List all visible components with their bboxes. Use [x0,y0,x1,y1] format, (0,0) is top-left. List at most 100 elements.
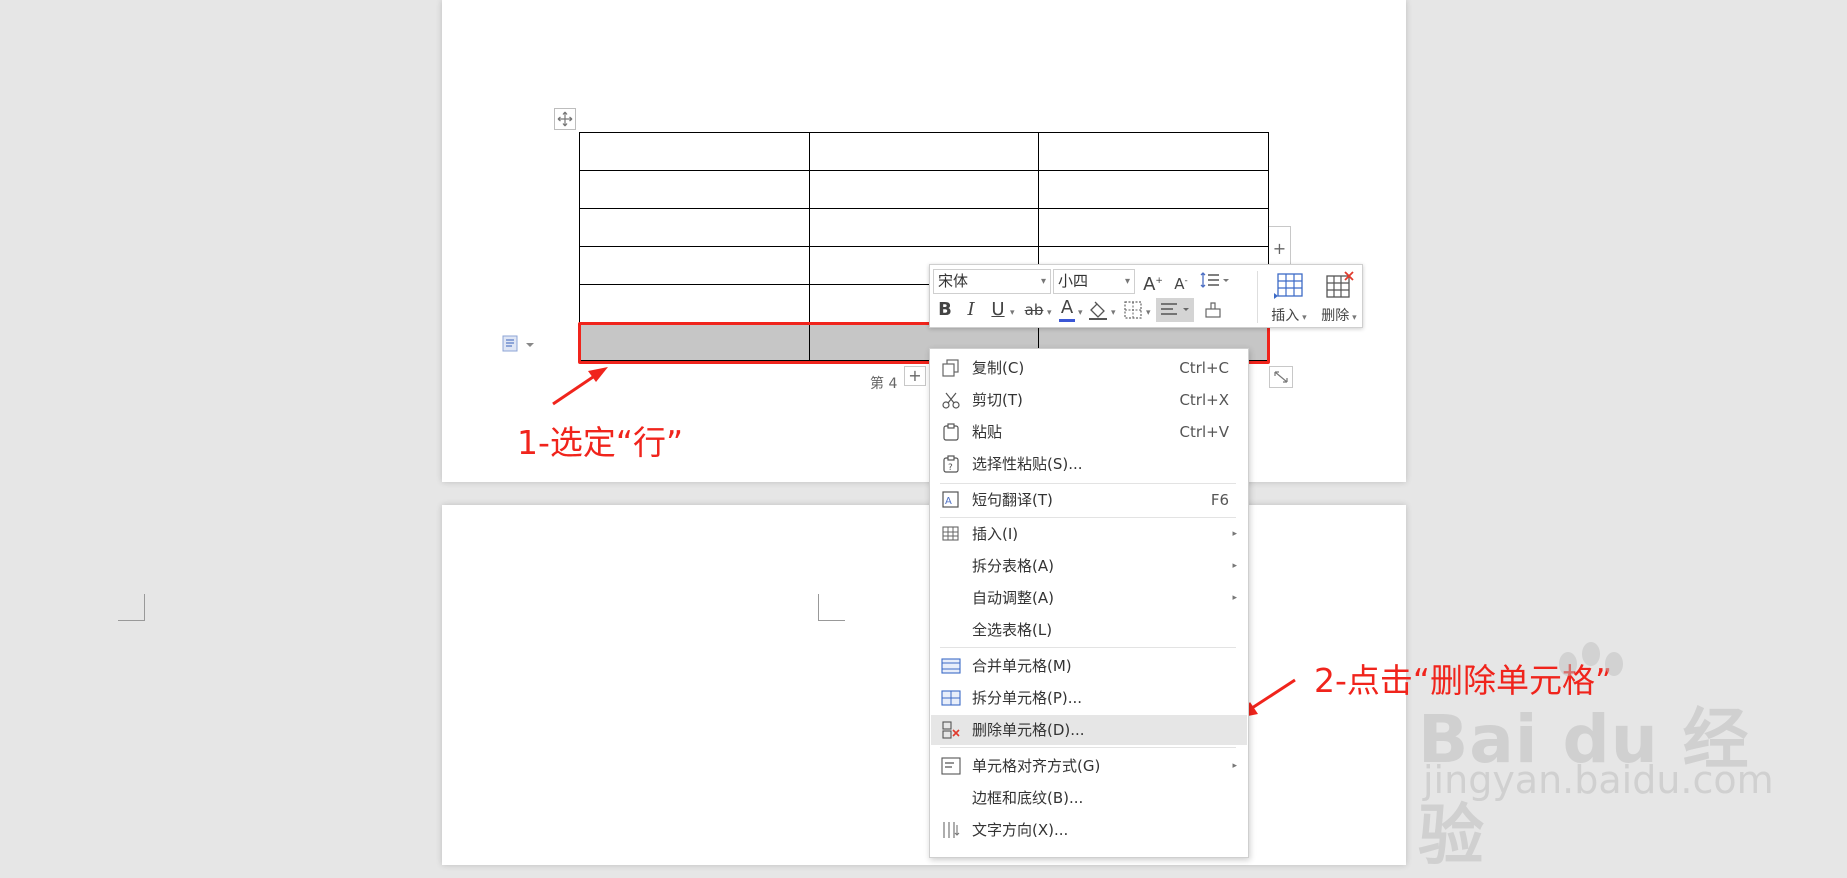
font-color-icon: A [1060,297,1074,318]
text-direction-icon [943,822,960,838]
toolbar-divider [1257,271,1258,323]
menu-item-label: 选择性粘贴(S)... [972,455,1083,473]
menu-item-paste-special[interactable]: ? 选择性粘贴(S)... [931,449,1247,479]
table-cell[interactable] [1038,132,1269,171]
table-cell[interactable] [579,284,810,323]
font-size-select[interactable]: 小四 ▾ [1053,269,1135,294]
paragraph-layout-icon[interactable] [502,335,538,353]
table-cell[interactable] [579,208,810,247]
format-painter-icon [1205,302,1221,318]
table-insert-icon [1274,273,1303,299]
shrink-font-button[interactable]: A- [1170,271,1192,294]
table-row[interactable] [579,132,1269,171]
menu-item-text-direction[interactable]: 文字方向(X)... [931,815,1247,845]
table-cell[interactable] [579,132,810,171]
table-cell[interactable] [579,170,810,209]
cell-align-icon [941,757,961,775]
svg-text:A: A [945,496,952,507]
submenu-arrow-icon: ▸ [1232,529,1237,539]
insert-table-button[interactable]: 插入 ▾ [1264,269,1314,325]
menu-item-label: 单元格对齐方式(G) [972,757,1101,775]
table-cell[interactable] [808,208,1040,247]
menu-separator [940,647,1236,648]
table-move-handle[interactable] [554,108,576,130]
menu-item-split-cells[interactable]: 拆分单元格(P)... [931,683,1247,713]
font-color-button[interactable]: A [1058,297,1076,322]
table-cell[interactable] [1038,170,1269,209]
menu-item-split-table[interactable]: 拆分表格(A) ▸ [931,551,1247,581]
menu-item-label: 文字方向(X)... [972,821,1069,839]
chevron-down-icon[interactable]: ▾ [1111,308,1116,318]
menu-item-label: 插入(I) [972,525,1019,543]
italic-button[interactable]: I [962,300,980,320]
page-number: 第 4 [870,376,898,392]
table-cell[interactable] [579,246,810,285]
submenu-arrow-icon: ▸ [1232,561,1237,571]
margin-corner-mark [818,594,845,621]
bold-icon: B [938,299,952,320]
chevron-down-icon[interactable]: ▾ [1078,308,1083,318]
chevron-down-icon: ▾ [1124,276,1130,287]
menu-item-label: 边框和底纹(B)... [972,789,1084,807]
menu-item-cell-alignment[interactable]: 单元格对齐方式(G) ▸ [931,751,1247,781]
menu-item-paste[interactable]: 粘贴 Ctrl+V [931,417,1247,447]
highlight-button[interactable] [1087,300,1109,325]
format-painter-button[interactable] [1202,300,1224,325]
shrink-font-icon: A [1174,275,1185,293]
table-resize-handle[interactable] [1269,366,1293,388]
table-cell[interactable] [1038,208,1269,247]
translate-icon: A [942,491,959,508]
menu-item-label: 拆分表格(A) [972,557,1054,575]
table-cell[interactable] [808,132,1040,171]
menu-separator [940,747,1236,748]
line-spacing-button[interactable] [1198,270,1232,295]
borders-button[interactable] [1122,300,1144,325]
menu-item-label: 全选表格(L) [972,621,1053,639]
submenu-arrow-icon: ▸ [1232,761,1237,771]
paste-special-icon: ? [943,455,959,473]
strikethrough-button[interactable]: ab [1022,300,1046,320]
menu-item-select-table[interactable]: 全选表格(L) [931,615,1247,645]
menu-item-label: 复制(C) [972,359,1025,377]
underline-button[interactable]: U [988,300,1008,320]
underline-icon: U [991,299,1005,320]
merge-cells-icon [941,658,961,674]
resize-arrow-icon [1274,371,1288,383]
chevron-down-icon[interactable]: ▾ [1047,308,1052,318]
paragraph-align-button[interactable] [1156,298,1194,322]
menu-item-copy[interactable]: 复制(C) Ctrl+C [931,353,1247,383]
plus-icon: + [1272,239,1287,258]
menu-item-borders-shading[interactable]: 边框和底纹(B)... [931,783,1247,813]
borders-icon [1124,301,1142,319]
delete-cells-icon [942,721,960,739]
floating-format-toolbar: 宋体 ▾ 小四 ▾ A+ A- B I U ▾ ab ▾ A ▾ ▾ ▾ 插入 … [929,264,1363,328]
delete-table-button[interactable]: 删除 ▾ [1314,269,1364,325]
font-name-select[interactable]: 宋体 ▾ [933,269,1051,294]
annotation-step1: 1-选定“行” [517,423,684,462]
chevron-down-icon[interactable]: ▾ [1010,308,1015,318]
add-row-button[interactable]: + [904,366,926,386]
submenu-arrow-icon: ▸ [1232,593,1237,603]
italic-icon: I [967,299,975,320]
menu-item-label: 删除单元格(D)... [972,721,1085,739]
svg-text:?: ? [948,463,953,473]
delete-label: 删除 ▾ [1321,308,1357,324]
menu-item-insert[interactable]: 插入(I) ▸ [931,519,1247,549]
table-insert-icon [942,526,959,541]
chevron-down-icon[interactable]: ▾ [1146,308,1151,318]
menu-item-translate[interactable]: A 短句翻译(T) F6 [931,485,1247,515]
grow-font-button[interactable]: A+ [1142,271,1164,295]
bold-button[interactable]: B [936,300,954,320]
chevron-down-icon: ▾ [1040,276,1046,287]
menu-separator [940,483,1236,484]
baidu-jingyan-watermark: Bai du 经验 jingyan.baidu.com [1418,640,1774,874]
menu-item-cut[interactable]: 剪切(T) Ctrl+X [931,385,1247,415]
menu-item-merge-cells[interactable]: 合并单元格(M) [931,651,1247,681]
table-row[interactable] [579,208,1269,247]
table-row[interactable] [579,170,1269,209]
table-cell[interactable] [808,170,1040,209]
document-page-1: + + 第 4 [442,0,1406,482]
menu-item-autofit[interactable]: 自动调整(A) ▸ [931,583,1247,613]
menu-item-delete-cells[interactable]: 删除单元格(D)... [931,715,1247,745]
paint-bucket-icon [1089,301,1107,320]
